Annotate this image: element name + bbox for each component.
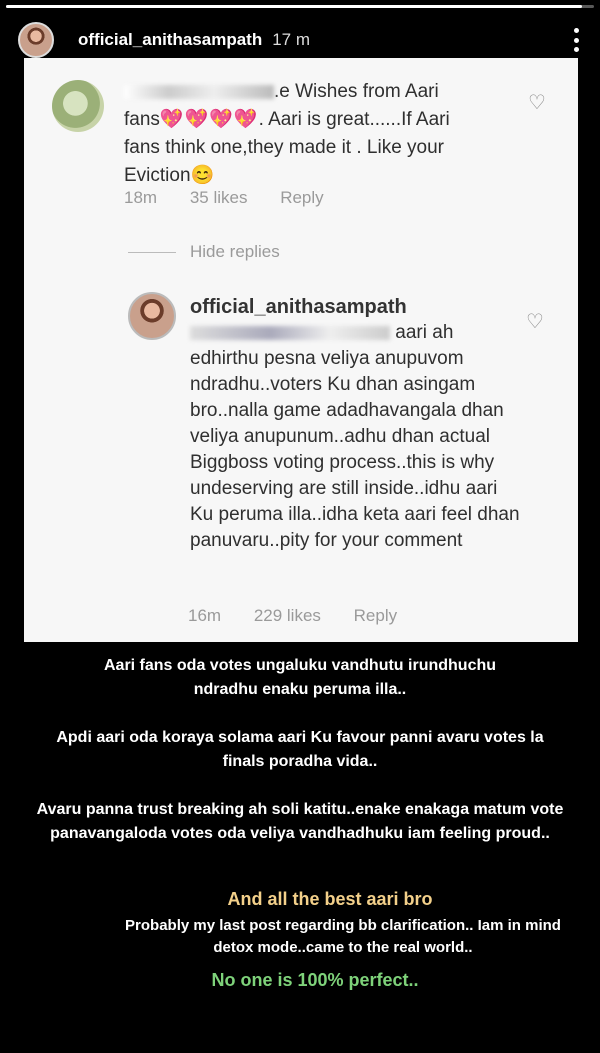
story-time: 17 m bbox=[272, 30, 311, 49]
comment-1-text-a: .e Wishes from Aari bbox=[274, 81, 439, 102]
story-username[interactable]: official_anithasampath bbox=[78, 30, 262, 50]
story-progress-fill bbox=[6, 5, 583, 8]
blurred-mention bbox=[190, 325, 390, 340]
avatar[interactable] bbox=[18, 22, 54, 58]
reply-body: ah edhirthu pesna veliya anupuvom ndradh… bbox=[190, 322, 520, 551]
comment-1-meta: 18m 35 likes Reply bbox=[124, 188, 352, 208]
reply-avatar bbox=[128, 292, 176, 340]
hide-replies-label: Hide replies bbox=[190, 242, 280, 261]
blurred-text bbox=[124, 84, 274, 99]
reply-reply: Reply bbox=[353, 606, 398, 625]
caption-5: Probably my last post regarding bb clari… bbox=[125, 917, 561, 956]
reply-meta: 16m 229 likes Reply bbox=[188, 606, 425, 626]
more-vertical-icon[interactable] bbox=[566, 26, 586, 54]
comment-1-time: 18m bbox=[124, 188, 158, 207]
caption-2: Apdi aari oda koraya solama aari Ku favo… bbox=[56, 729, 544, 770]
comment-1-text-b: fans bbox=[124, 109, 160, 130]
reply-likes: 229 likes bbox=[253, 606, 321, 625]
hide-replies: Hide replies bbox=[128, 242, 280, 262]
comment-1-reply: Reply bbox=[280, 188, 324, 207]
divider bbox=[128, 251, 176, 253]
reply-username: official_anithasampath bbox=[190, 296, 407, 318]
hearts-emoji: 💖💖💖💖 bbox=[159, 109, 259, 130]
comment-1-likes: 35 likes bbox=[189, 188, 248, 207]
story-header: official_anithasampath 17 m bbox=[18, 20, 586, 60]
like-heart-icon: ♡ bbox=[528, 92, 546, 114]
commenter-avatar bbox=[52, 80, 104, 132]
reply-text: aari ah edhirthu pesna veliya anupuvom n… bbox=[190, 320, 520, 554]
reply-time: 16m bbox=[188, 606, 222, 625]
comment-screenshot: .e Wishes from Aari fans💖💖💖💖. Aari is gr… bbox=[24, 58, 578, 642]
story-progress-bar bbox=[6, 5, 594, 8]
smile-emoji: 😊 bbox=[190, 165, 215, 186]
reply-mention-tail: aari bbox=[395, 322, 427, 343]
caption-1: Aari fans oda votes ungaluku vandhutu ir… bbox=[103, 657, 497, 698]
comment-1-text: .e Wishes from Aari fans💖💖💖💖. Aari is gr… bbox=[124, 78, 524, 190]
caption-3: Avaru panna trust breaking ah soli katit… bbox=[36, 801, 564, 842]
like-heart-icon: ♡ bbox=[526, 311, 544, 333]
caption-perfect: No one is 100% perfect.. bbox=[211, 970, 419, 990]
caption-best-wishes: And all the best aari bro bbox=[227, 889, 433, 909]
